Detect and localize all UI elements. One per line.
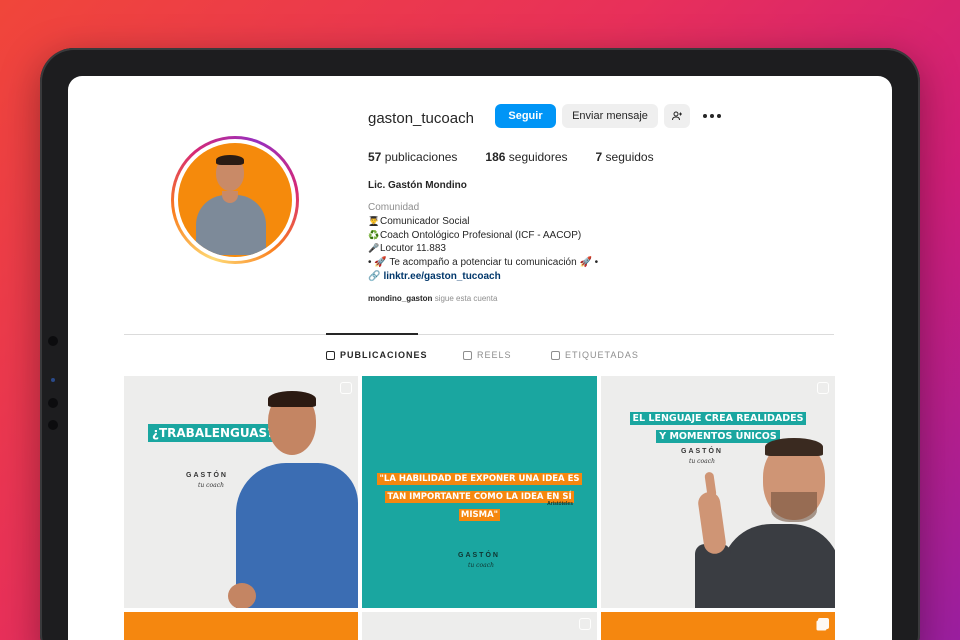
profile-full-name: Lic. Gastón Mondino <box>368 180 467 191</box>
posts-stat: 57 publicaciones <box>368 150 458 164</box>
tablet-button <box>48 336 58 346</box>
instagram-profile-screen: gaston_tucoach Seguir Enviar mensaje 57 … <box>68 76 892 640</box>
follow-button[interactable]: Seguir <box>495 104 556 128</box>
tab-publicaciones[interactable]: PUBLICACIONES <box>326 350 428 360</box>
post-thumbnail[interactable]: "LA HABILIDAD DE EXPONER UNA IDEA ES TAN… <box>362 376 597 608</box>
bio-line: ♻️Coach Ontológico Profesional (ICF - AA… <box>368 229 582 241</box>
bio-line: • 🚀 Te acompaño a potenciar tu comunicac… <box>368 256 599 268</box>
reel-icon <box>817 382 829 394</box>
post-quote: "LA HABILIDAD DE EXPONER UNA IDEA ES TAN… <box>377 473 582 521</box>
bio-line: 🎤Locutor 11.883 <box>368 243 446 254</box>
profile-username: gaston_tucoach <box>368 110 474 127</box>
post-thumbnail[interactable] <box>362 612 597 640</box>
post-thumbnail[interactable] <box>124 612 358 640</box>
post-photo-person <box>228 391 358 608</box>
reels-icon <box>463 350 472 360</box>
post-thumbnail[interactable] <box>601 612 835 640</box>
avatar-photo <box>178 143 292 257</box>
profile-link[interactable]: 🔗 linktr.ee/gaston_tucoach <box>368 271 501 282</box>
grid-icon <box>326 350 335 360</box>
brand-logo: GASTÓN <box>458 552 500 559</box>
following-stat[interactable]: 7 seguidos <box>596 150 654 164</box>
profile-category: Comunidad <box>368 202 420 213</box>
brand-logo-sub: tu coach <box>198 482 224 489</box>
active-tab-indicator <box>326 333 418 335</box>
add-user-icon <box>672 111 682 121</box>
more-dot <box>717 114 721 118</box>
bio-line: 👨‍🎓Comunicador Social <box>368 216 470 227</box>
carousel-icon <box>818 618 829 629</box>
suggested-users-button[interactable] <box>664 104 690 128</box>
post-thumbnail[interactable]: EL LENGUAJE CREA REALIDADES Y MOMENTOS Ú… <box>601 376 835 608</box>
send-message-button[interactable]: Enviar mensaje <box>562 104 658 128</box>
more-dot <box>710 114 714 118</box>
reel-icon <box>579 618 591 630</box>
tabs-divider <box>124 334 834 335</box>
tablet-button <box>48 420 58 430</box>
more-dot <box>703 114 707 118</box>
profile-avatar[interactable] <box>171 136 299 264</box>
tablet-frame: gaston_tucoach Seguir Enviar mensaje 57 … <box>40 48 920 640</box>
tab-etiquetadas[interactable]: ETIQUETADAS <box>551 350 639 360</box>
tagged-icon <box>551 350 560 360</box>
profile-bio: 👨‍🎓Comunicador Social ♻️Coach Ontológico… <box>368 215 598 269</box>
followers-stat[interactable]: 186 seguidores <box>485 150 567 164</box>
brand-logo-sub: tu coach <box>468 562 494 569</box>
post-photo-person <box>661 432 835 608</box>
followed-by: mondino_gaston sigue esta cuenta <box>368 294 498 303</box>
profile-stats: 57 publicaciones 186 seguidores 7 seguid… <box>368 150 682 164</box>
tablet-button <box>48 398 58 408</box>
post-thumbnail[interactable]: ¿TRABALENGUAS? GASTÓN tu coach <box>124 376 358 608</box>
more-options-button[interactable] <box>700 106 724 126</box>
camera-icon <box>51 378 55 382</box>
quote-author: Aristóteles <box>547 501 573 507</box>
tab-reels[interactable]: REELS <box>463 350 512 360</box>
link-icon: 🔗 <box>368 271 381 282</box>
brand-logo: GASTÓN <box>186 472 228 479</box>
